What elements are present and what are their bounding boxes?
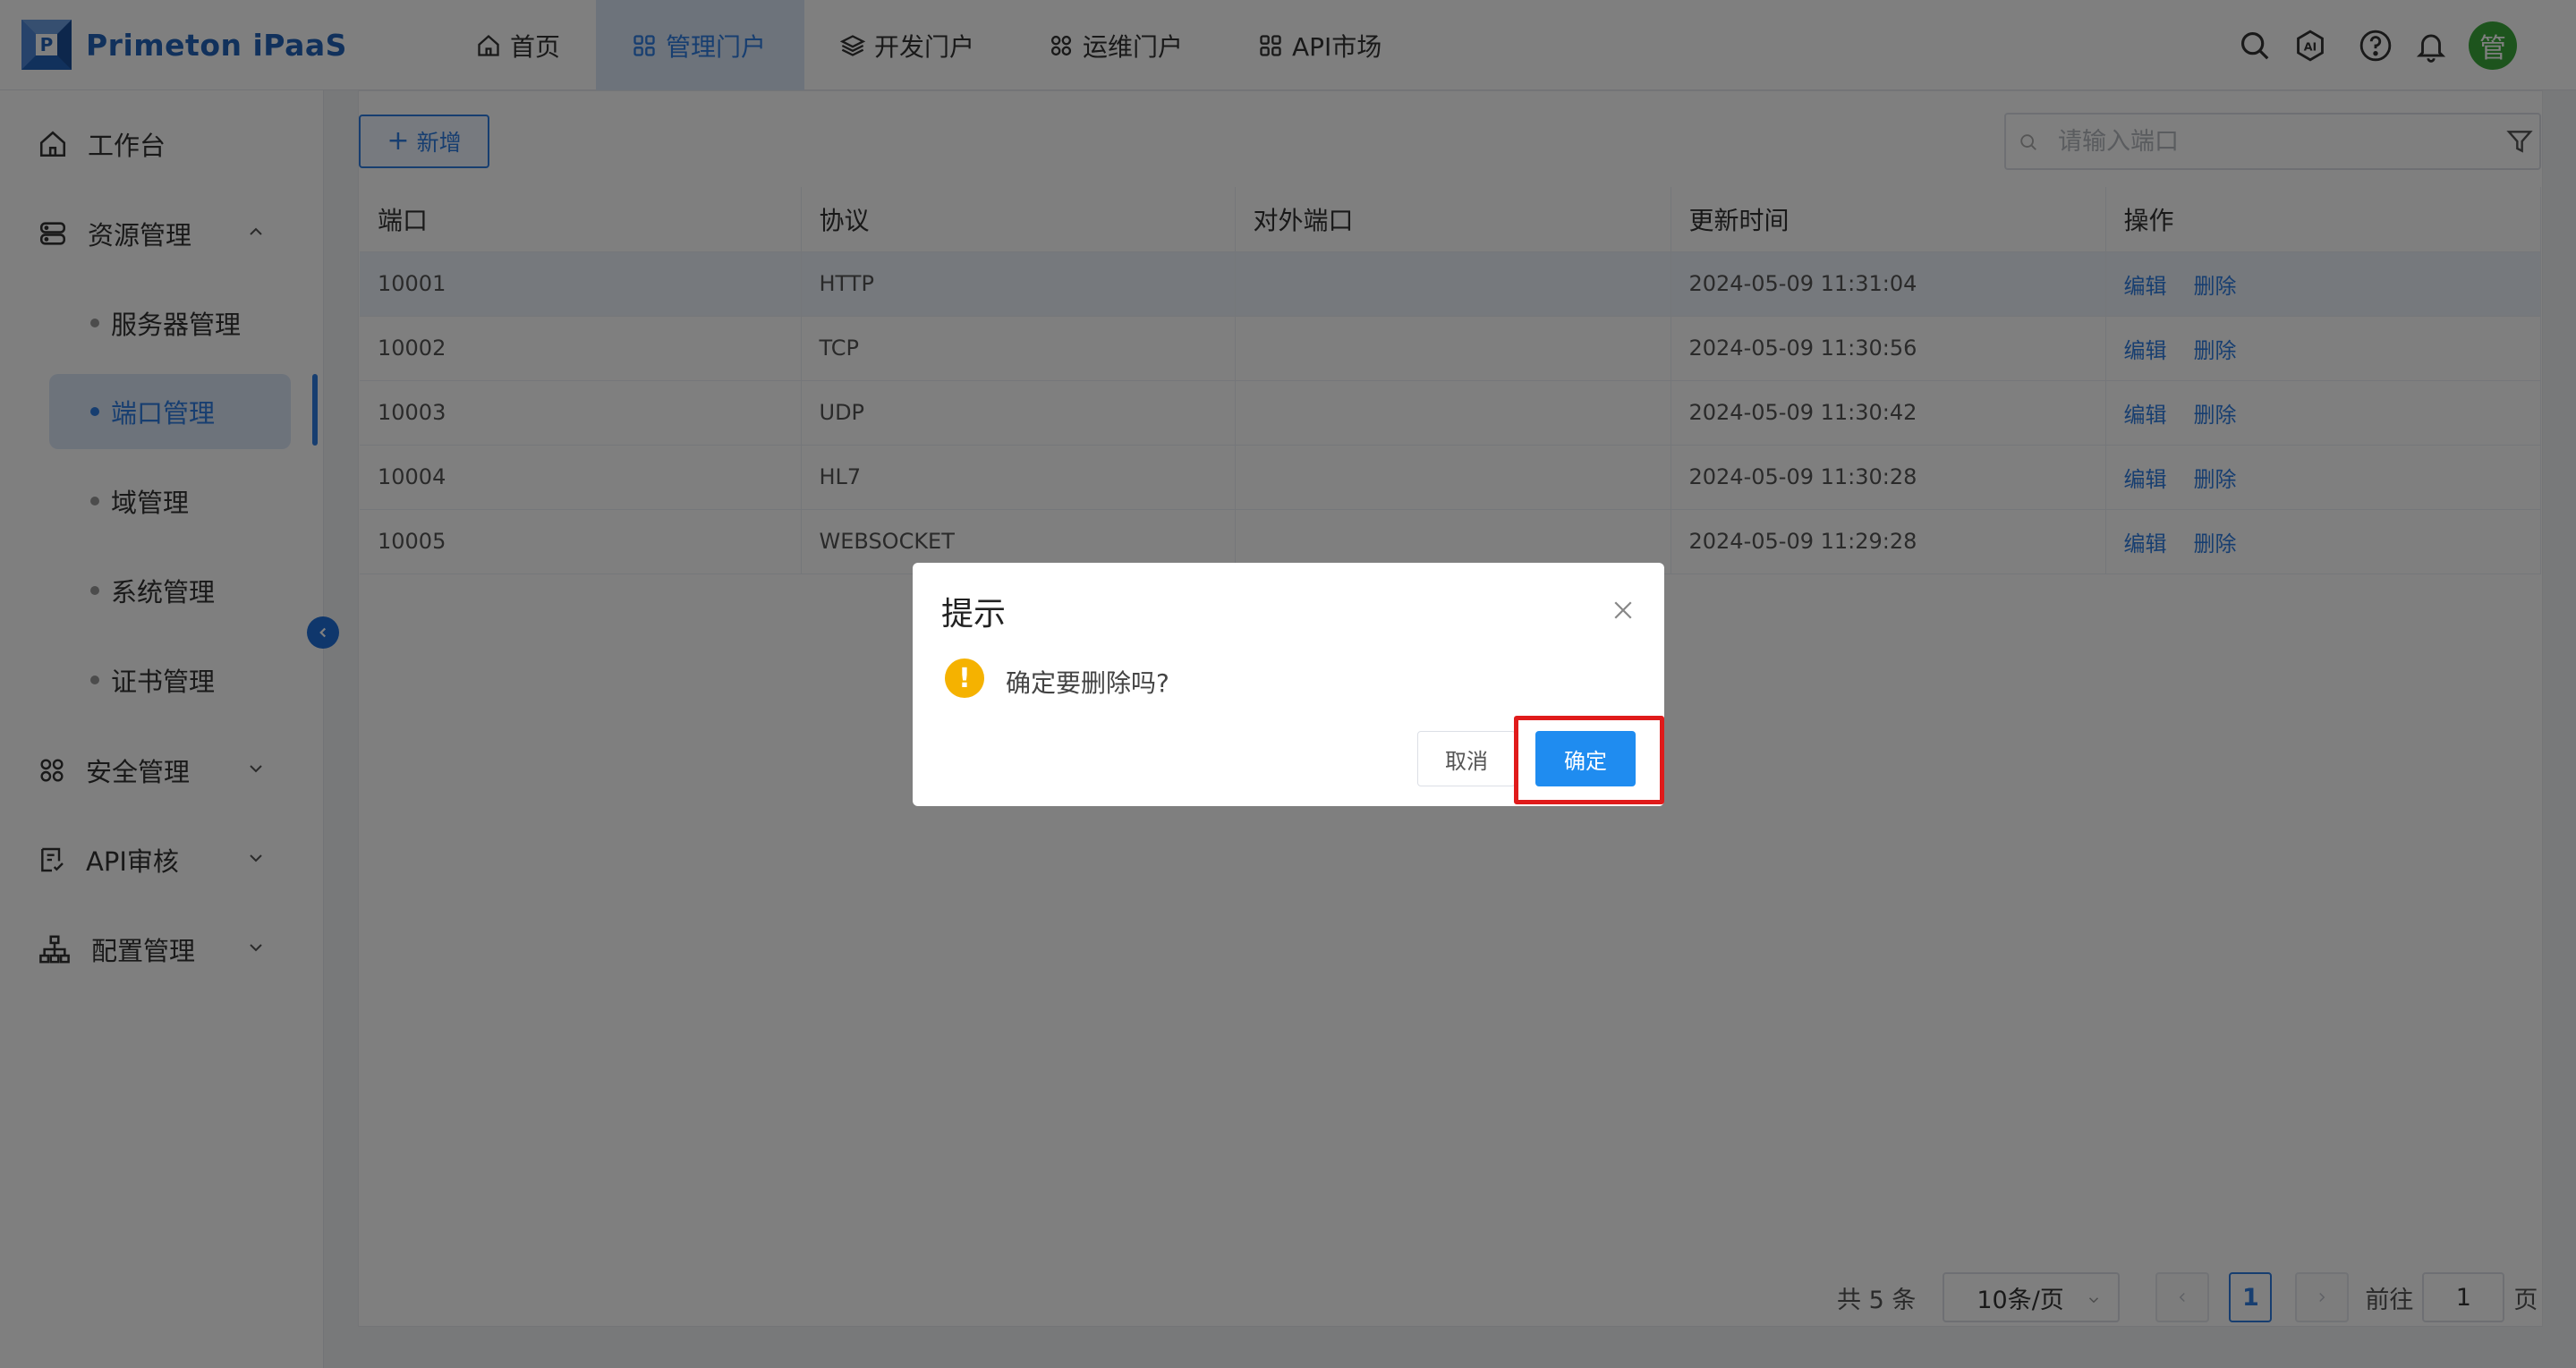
dialog-message: 确定要删除吗? [1006, 668, 1169, 698]
close-icon[interactable] [1610, 597, 1637, 624]
dialog-title: 提示 [941, 596, 1007, 633]
confirm-highlight-box [1514, 716, 1664, 804]
cancel-button[interactable]: 取消 [1417, 731, 1516, 786]
warning-icon: ! [945, 659, 984, 698]
